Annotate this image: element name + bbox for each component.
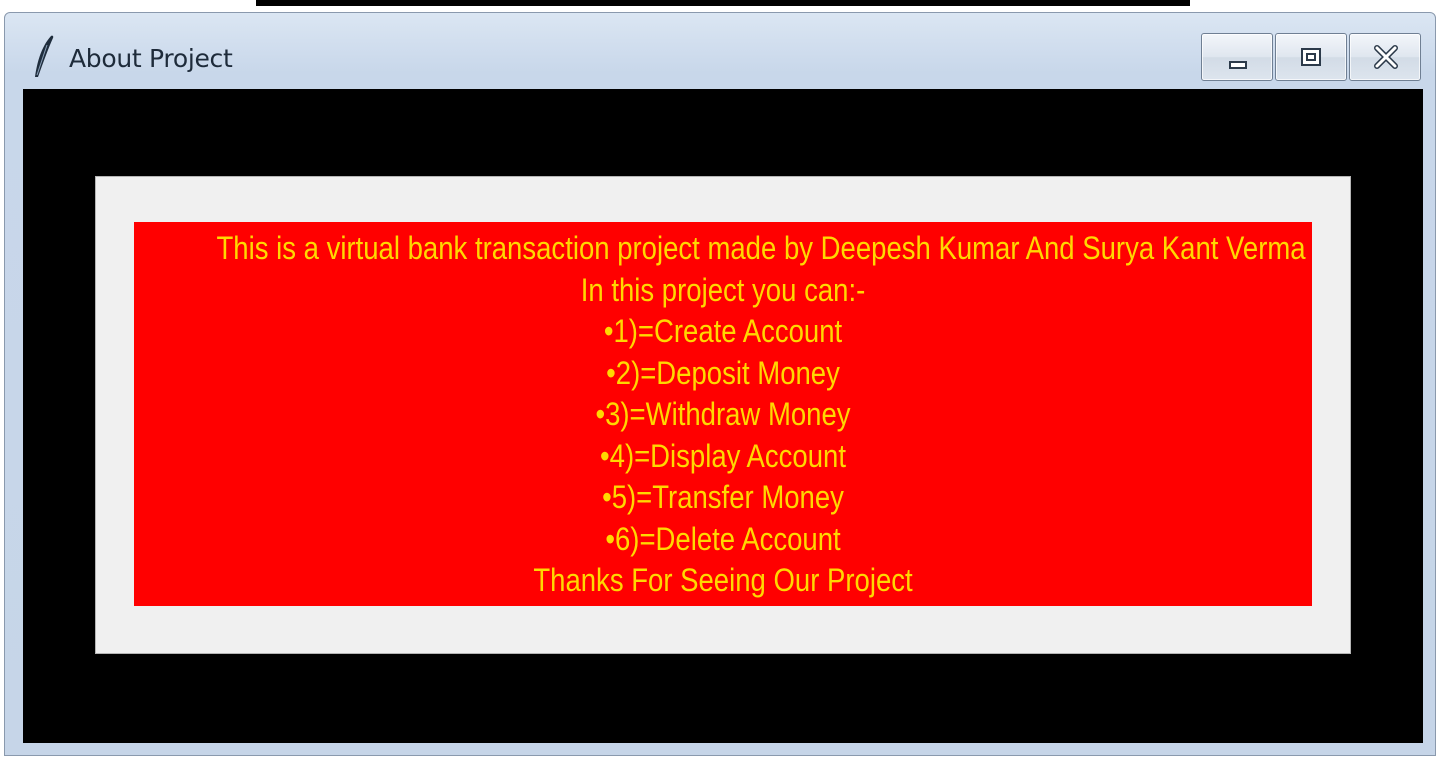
title-bar[interactable]: About Project bbox=[5, 13, 1435, 89]
feature-withdraw-money: •3)=Withdraw Money bbox=[595, 396, 851, 432]
minimize-icon bbox=[1229, 61, 1247, 69]
maximize-icon bbox=[1301, 48, 1321, 66]
close-icon bbox=[1374, 45, 1398, 69]
about-panel: This is a virtual bank transaction proje… bbox=[95, 176, 1351, 654]
thanks-text: Thanks For Seeing Our Project bbox=[533, 562, 913, 598]
project-info-label: This is a virtual bank transaction proje… bbox=[134, 222, 1312, 606]
about-project-window: About Project This is a virtual bank tra… bbox=[4, 12, 1436, 756]
feature-transfer-money: •5)=Transfer Money bbox=[602, 479, 844, 515]
feature-delete-account: •6)=Delete Account bbox=[605, 520, 841, 557]
features-heading: In this project you can:- bbox=[580, 271, 866, 308]
feature-deposit-money: •2)=Deposit Money bbox=[606, 354, 840, 391]
minimize-button[interactable] bbox=[1201, 33, 1273, 81]
feather-icon bbox=[31, 33, 55, 79]
window-title: About Project bbox=[69, 44, 233, 73]
feature-display-account: •4)=Display Account bbox=[600, 437, 846, 474]
maximize-button[interactable] bbox=[1275, 33, 1347, 81]
intro-text: This is a virtual bank transaction proje… bbox=[216, 230, 1306, 266]
window-client-area: This is a virtual bank transaction proje… bbox=[23, 89, 1423, 743]
top-edge-line bbox=[256, 0, 1190, 6]
feature-create-account: •1)=Create Account bbox=[603, 313, 843, 349]
close-button[interactable] bbox=[1349, 33, 1421, 81]
